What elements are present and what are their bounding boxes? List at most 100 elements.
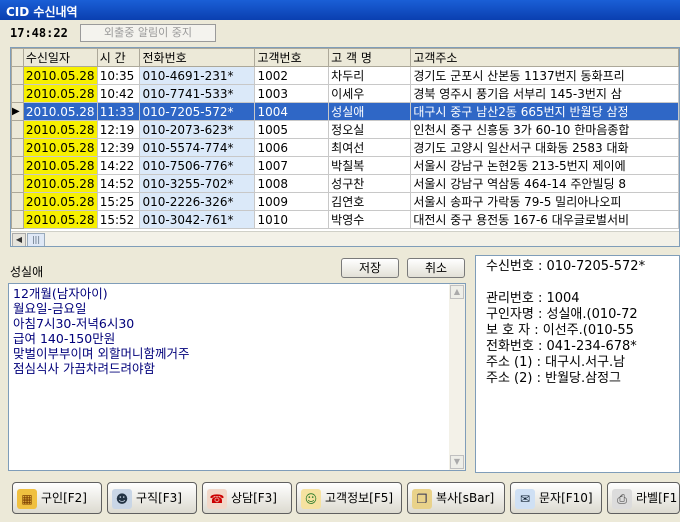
cell-time: 14:22: [96, 156, 141, 175]
copy-button[interactable]: ❐ 복사[sBar]: [407, 482, 505, 514]
memo-line: 월요일-금요일: [13, 301, 87, 316]
row-pointer-icon: ▶: [11, 102, 24, 121]
scroll-left-arrow-icon[interactable]: ◀: [12, 233, 26, 246]
cell-time: 12:39: [96, 138, 141, 157]
row-indicator: [11, 210, 24, 229]
cell-date: 2010.05.28: [22, 156, 98, 175]
table-row[interactable]: 2010.05.28 10:35 010-4691-231* 1002 차두리 경기도 군…: [11, 66, 679, 85]
col-header-date[interactable]: 수신일자: [22, 48, 98, 67]
cell-customer-no: 1008: [254, 174, 330, 193]
cell-address: 대전시 중구 용전동 167-6 대우글로벌서비: [410, 210, 679, 229]
scroll-up-arrow-icon[interactable]: ▲: [450, 285, 464, 299]
cell-customer-name: 정오실: [328, 120, 412, 139]
caller-info-panel: 수신번호 : 010-7205-572* 관리번호 : 1004 구인자명 : …: [475, 255, 680, 473]
cell-customer-name: 차두리: [328, 66, 412, 85]
cell-customer-no: 1007: [254, 156, 330, 175]
table-row[interactable]: 2010.05.28 12:19 010-2073-623* 1005 정오실 인천시 중…: [11, 120, 679, 139]
table-row[interactable]: 2010.05.28 12:39 010-5574-774* 1006 최여선 경기도 고…: [11, 138, 679, 157]
memo-textarea[interactable]: 12개월(남자아이) 월요일-금요일 아침7시30-저녁6시30 급여 140-…: [8, 283, 466, 471]
memo-line: 12개월(남자아이): [13, 286, 108, 301]
col-header-customer-no[interactable]: 고객번호: [254, 48, 330, 67]
grid-header-row: 수신일자 시 간 전화번호 고객번호 고 객 명 고객주소: [11, 48, 679, 67]
consult-phone-icon: ☎: [207, 488, 227, 509]
cell-customer-no: 1004: [254, 102, 330, 121]
col-header-address[interactable]: 고객주소: [410, 48, 679, 67]
cell-time: 14:52: [96, 174, 141, 193]
cell-date: 2010.05.28: [22, 102, 98, 121]
customer-info-icon: ☺: [301, 488, 321, 509]
cell-address: 경기도 군포시 산본동 1137번지 동화프리: [410, 66, 679, 85]
cell-phone: 010-7506-776*: [139, 156, 256, 175]
job-offer-icon: ▦: [17, 488, 37, 509]
job-offer-button[interactable]: ▦ 구인[F2]: [12, 482, 102, 514]
cell-phone: 010-7741-533*: [139, 84, 256, 103]
row-indicator-header: [11, 48, 24, 67]
consult-button[interactable]: ☎ 상담[F3]: [202, 482, 292, 514]
cell-address: 서울시 강남구 논현2동 213-5번지 제이에: [410, 156, 679, 175]
cell-address: 경북 영주시 풍기읍 서부리 145-3번지 삼: [410, 84, 679, 103]
cell-customer-name: 김연호: [328, 192, 412, 211]
job-seek-button[interactable]: ☻ 구직[F3]: [107, 482, 197, 514]
info-client-name: 구인자명 : 성실애.(010-72: [486, 307, 638, 322]
cancel-button[interactable]: 취소: [407, 258, 465, 278]
customer-info-button[interactable]: ☺ 고객정보[F5]: [296, 482, 402, 514]
memo-vertical-scrollbar[interactable]: ▲ ▼: [449, 284, 465, 470]
cell-customer-name: 이세우: [328, 84, 412, 103]
info-address-2: 주소 (2) : 반월당.삼정그: [486, 371, 622, 386]
grid-horizontal-scrollbar[interactable]: ◀ |||: [11, 231, 679, 246]
label-printer-icon: ⎙: [612, 488, 632, 509]
window-titlebar: CID 수신내역: [0, 0, 680, 20]
table-row[interactable]: 2010.05.28 15:52 010-3042-761* 1010 박영수 대전시 중…: [11, 210, 679, 229]
window-title: CID 수신내역: [6, 5, 78, 19]
info-guardian: 보 호 자 : 이선주.(010-55: [486, 323, 634, 338]
cell-time: 10:42: [96, 84, 141, 103]
cell-date: 2010.05.28: [22, 120, 98, 139]
col-header-time[interactable]: 시 간: [96, 48, 141, 67]
cell-customer-no: 1003: [254, 84, 330, 103]
sms-button[interactable]: ✉ 문자[F10]: [510, 482, 602, 514]
away-alert-stop-button[interactable]: 외출중 알림이 중지: [80, 24, 216, 42]
cell-date: 2010.05.28: [22, 84, 98, 103]
memo-customer-name: 성실애: [10, 265, 44, 279]
scroll-down-arrow-icon[interactable]: ▼: [450, 455, 464, 469]
action-toolbar: ▦ 구인[F2] ☻ 구직[F3] ☎ 상담[F3] ☺ 고객정보[F5] ❐ 복사[sB…: [0, 476, 680, 522]
memo-line: 아침7시30-저녁6시30: [13, 316, 135, 331]
memo-line: 맞벌이부부이며 외할머니함께거주: [13, 346, 190, 361]
cell-customer-no: 1005: [254, 120, 330, 139]
memo-line: 급여 140-150만원: [13, 331, 116, 346]
row-indicator: [11, 174, 24, 193]
cell-customer-no: 1006: [254, 138, 330, 157]
cell-date: 2010.05.28: [22, 138, 98, 157]
cell-customer-name: 최여선: [328, 138, 412, 157]
cell-phone: 010-3042-761*: [139, 210, 256, 229]
cell-time: 11:33: [96, 102, 141, 121]
cell-time: 15:25: [96, 192, 141, 211]
table-row-selected[interactable]: ▶ 2010.05.28 11:33 010-7205-572* 1004 성실애 대구시 …: [11, 102, 679, 121]
cell-phone: 010-2073-623*: [139, 120, 256, 139]
col-header-customer-name[interactable]: 고 객 명: [328, 48, 412, 67]
table-row[interactable]: 2010.05.28 14:22 010-7506-776* 1007 박칠복 서울시 강…: [11, 156, 679, 175]
save-button[interactable]: 저장: [341, 258, 399, 278]
scroll-thumb[interactable]: |||: [27, 233, 45, 246]
cell-phone: 010-7205-572*: [139, 102, 256, 121]
cell-customer-no: 1002: [254, 66, 330, 85]
info-phone: 전화번호 : 041-234-678*: [486, 339, 637, 354]
cell-address: 서울시 강남구 역삼동 464-14 주안빌딩 8: [410, 174, 679, 193]
sms-icon: ✉: [515, 488, 535, 509]
table-row[interactable]: 2010.05.28 15:25 010-2226-326* 1009 김연호 서울시 송…: [11, 192, 679, 211]
job-seek-icon: ☻: [112, 488, 132, 509]
cell-date: 2010.05.28: [22, 192, 98, 211]
copy-icon: ❐: [412, 488, 432, 509]
info-caller-number: 수신번호 : 010-7205-572*: [486, 259, 646, 274]
cell-time: 12:19: [96, 120, 141, 139]
label-button[interactable]: ⎙ 라벨[F1: [607, 482, 680, 514]
table-row[interactable]: 2010.05.28 14:52 010-3255-702* 1008 성구찬 서울시 강…: [11, 174, 679, 193]
info-address-1: 주소 (1) : 대구시.서구.남: [486, 355, 626, 370]
table-row[interactable]: 2010.05.28 10:42 010-7741-533* 1003 이세우 경북 영주…: [11, 84, 679, 103]
cell-customer-no: 1010: [254, 210, 330, 229]
col-header-phone[interactable]: 전화번호: [139, 48, 256, 67]
cell-customer-no: 1009: [254, 192, 330, 211]
cell-address: 대구시 중구 남산2동 665번지 반월당 삼정: [410, 102, 679, 121]
info-management-number: 관리번호 : 1004: [486, 291, 580, 306]
